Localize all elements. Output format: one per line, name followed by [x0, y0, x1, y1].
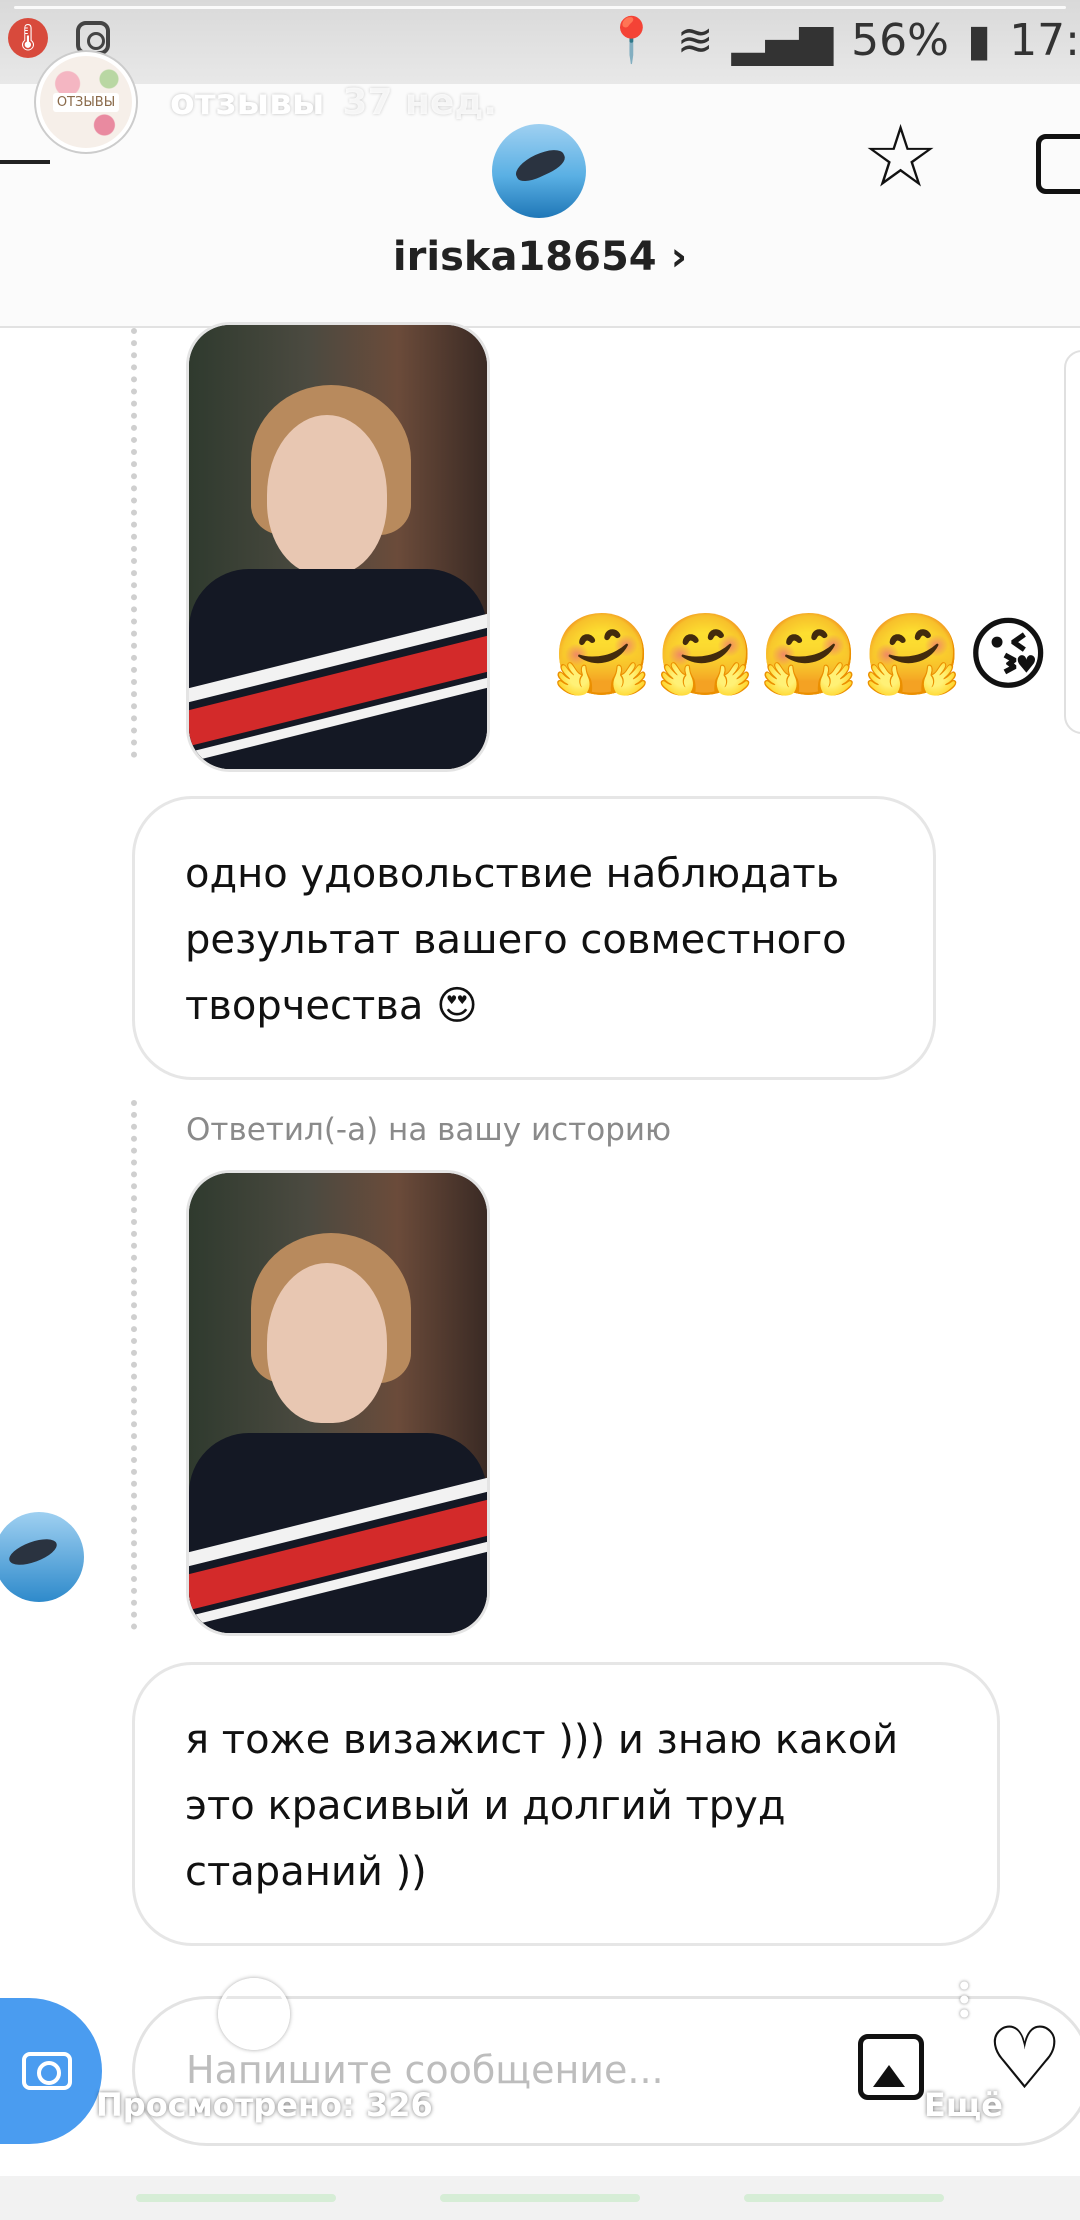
- views-count[interactable]: Просмотрено: 326: [96, 2086, 433, 2124]
- location-icon: 📍: [603, 15, 659, 66]
- info-icon[interactable]: [1036, 134, 1080, 194]
- instagram-notification-icon: [76, 21, 110, 55]
- reply-thread-line: [131, 1100, 137, 1630]
- story-reply-image[interactable]: [186, 322, 490, 772]
- reply-caption: Ответил(-а) на вашу историю: [186, 1112, 672, 1148]
- story-progress: [14, 6, 1066, 12]
- story-avatar[interactable]: ОТЗЫВЫ: [36, 52, 136, 152]
- contact-username[interactable]: iriska18654 ›: [0, 234, 1080, 280]
- photo-content: [189, 1173, 487, 1633]
- scroll-indicator: [1064, 350, 1080, 734]
- gallery-icon[interactable]: [858, 2034, 924, 2100]
- viewers-icon[interactable]: [218, 1978, 290, 2050]
- message-bubble[interactable]: одно удовольствие наблюдать результат ва…: [132, 796, 936, 1080]
- status-right: 📍 ≋ ▂▄▆ 56% ▮ 17:: [603, 14, 1080, 67]
- battery-percent: 56%: [851, 14, 949, 66]
- battery-icon: ▮: [966, 14, 992, 66]
- camera-button[interactable]: [0, 1998, 102, 2144]
- story-account-name[interactable]: отзывы: [170, 82, 324, 123]
- story-avatar-label: ОТЗЫВЫ: [52, 92, 120, 112]
- star-icon[interactable]: ☆: [862, 114, 939, 200]
- story-progress-segment: [14, 6, 1066, 9]
- photo-content: [189, 325, 487, 769]
- more-button[interactable]: Ещё: [924, 2086, 1003, 2124]
- wifi-icon: ≋: [676, 14, 714, 66]
- story-header: ОТЗЫВЫ отзывы 37 нед.: [36, 52, 497, 152]
- message-bubble[interactable]: я тоже визажист ))) и знаю какой это кра…: [132, 1662, 1000, 1946]
- story-time-ago: 37 нед.: [342, 81, 498, 123]
- signal-icon: ▂▄▆: [731, 14, 834, 66]
- nav-indicator: [440, 2194, 640, 2202]
- back-icon[interactable]: [0, 160, 50, 164]
- camera-icon: [22, 2052, 72, 2090]
- username-text: iriska18654: [392, 234, 657, 280]
- clock: 17:: [1009, 14, 1080, 66]
- nav-indicator: [136, 2194, 336, 2202]
- more-options-icon[interactable]: • • •: [956, 1973, 973, 2029]
- emoji-message[interactable]: 🤗🤗🤗🤗😘: [552, 608, 1054, 702]
- chevron-right-icon: ›: [670, 234, 688, 280]
- chat-thread[interactable]: 🤗🤗🤗🤗😘 одно удовольствие наблюдать резуль…: [0, 322, 1080, 1988]
- contact-avatar[interactable]: [492, 124, 586, 218]
- story-reply-image[interactable]: [186, 1170, 490, 1636]
- nav-indicator: [744, 2194, 944, 2202]
- reply-thread-line: [131, 328, 137, 758]
